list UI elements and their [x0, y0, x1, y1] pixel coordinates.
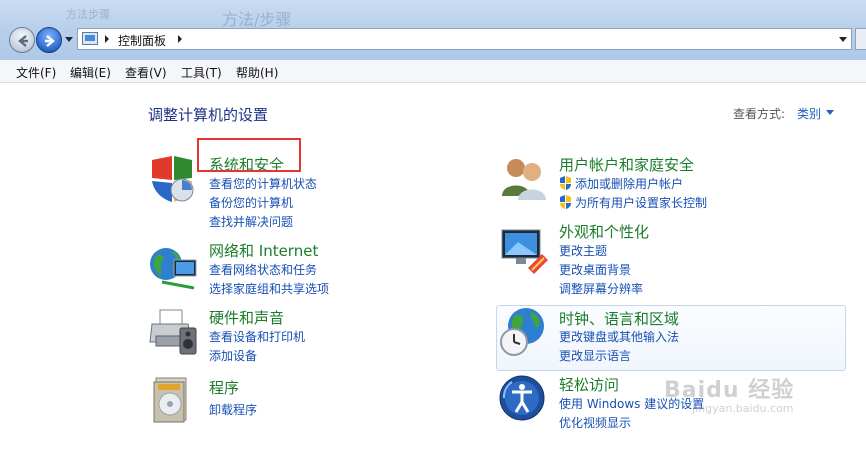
highlight-annotation [197, 138, 301, 172]
address-bar[interactable]: 控制面板 [77, 28, 852, 50]
uac-shield-icon [560, 195, 571, 209]
link-devices-printers[interactable]: 查看设备和打印机 [209, 328, 305, 345]
address-dropdown-icon[interactable] [839, 37, 847, 42]
link-screen-resolution[interactable]: 调整屏幕分辨率 [559, 280, 643, 297]
menu-tools[interactable]: 工具(T) [181, 64, 222, 81]
chevron-right-icon[interactable] [105, 35, 109, 43]
network-globe-icon[interactable] [148, 242, 200, 294]
chevron-down-icon[interactable] [826, 110, 834, 115]
link-check-computer-status[interactable]: 查看您的计算机状态 [209, 175, 317, 192]
control-panel-content: 调整计算机的设置 查看方式: 类别 系统和安全 查看您的计算机状态 备份您的计算… [0, 84, 866, 457]
back-button[interactable] [9, 27, 35, 53]
refresh-button[interactable] [855, 28, 866, 50]
menu-file[interactable]: 文件(F) [16, 64, 56, 81]
watermark-main: Baidu 经验 [664, 378, 795, 403]
printer-icon[interactable] [148, 306, 200, 358]
link-keyboard-input[interactable]: 更改键盘或其他输入法 [559, 328, 679, 345]
view-by-label: 查看方式: [733, 107, 786, 121]
category-title-network-internet[interactable]: 网络和 Internet [209, 240, 318, 261]
menu-edit[interactable]: 编辑(E) [70, 64, 111, 81]
link-display-language[interactable]: 更改显示语言 [559, 347, 631, 364]
link-parental-controls[interactable]: 为所有用户设置家长控制 [575, 194, 707, 211]
clock-globe-icon[interactable] [498, 306, 550, 358]
control-panel-icon [82, 32, 98, 45]
page-title: 调整计算机的设置 [148, 106, 269, 124]
menu-help[interactable]: 帮助(H) [236, 64, 278, 81]
appearance-monitor-icon[interactable] [498, 224, 550, 276]
baidu-watermark: Baidu 经验 jingyan.baidu.com [664, 372, 824, 432]
menu-bar: 文件(F) 编辑(E) 查看(V) 工具(T) 帮助(H) [0, 60, 866, 83]
menu-view[interactable]: 查看(V) [125, 64, 167, 81]
category-title-programs[interactable]: 程序 [209, 377, 239, 398]
link-change-theme[interactable]: 更改主题 [559, 242, 607, 259]
shield-icon[interactable] [148, 154, 200, 206]
recent-pages-dropdown[interactable] [65, 37, 73, 42]
category-title-hardware-sound[interactable]: 硬件和声音 [209, 307, 284, 328]
link-network-status[interactable]: 查看网络状态和任务 [209, 261, 317, 278]
chevron-right-icon[interactable] [178, 35, 182, 43]
link-optimize-video[interactable]: 优化视频显示 [559, 414, 631, 431]
window-titlebar: 方法步骤 方法/步骤 控制面板 [0, 0, 866, 60]
category-title-clock-language-region[interactable]: 时钟、语言和区域 [559, 308, 679, 329]
ghost-title-small: 方法步骤 [66, 8, 110, 21]
arrow-right-icon [45, 35, 55, 47]
ease-of-access-icon[interactable] [498, 374, 550, 426]
link-add-remove-accounts[interactable]: 添加或删除用户帐户 [575, 175, 683, 192]
link-backup-computer[interactable]: 备份您的计算机 [209, 194, 293, 211]
ghost-title: 方法/步骤 [222, 10, 292, 29]
link-add-device[interactable]: 添加设备 [209, 347, 257, 364]
uac-shield-icon [560, 176, 571, 190]
programs-icon[interactable] [148, 374, 200, 426]
link-homegroup-sharing[interactable]: 选择家庭组和共享选项 [209, 280, 329, 297]
link-troubleshoot[interactable]: 查找并解决问题 [209, 213, 293, 230]
category-title-user-accounts[interactable]: 用户帐户和家庭安全 [559, 154, 694, 175]
address-path-control-panel[interactable]: 控制面板 [118, 32, 166, 49]
arrow-left-icon [18, 35, 28, 47]
watermark-sub: jingyan.baidu.com [692, 402, 794, 415]
category-title-appearance[interactable]: 外观和个性化 [559, 221, 649, 242]
forward-button[interactable] [36, 27, 62, 53]
link-desktop-background[interactable]: 更改桌面背景 [559, 261, 631, 278]
view-by-dropdown[interactable]: 类别 [797, 105, 821, 122]
link-uninstall-program[interactable]: 卸载程序 [209, 401, 257, 418]
category-title-ease-of-access[interactable]: 轻松访问 [559, 374, 619, 395]
users-icon[interactable] [498, 154, 550, 206]
